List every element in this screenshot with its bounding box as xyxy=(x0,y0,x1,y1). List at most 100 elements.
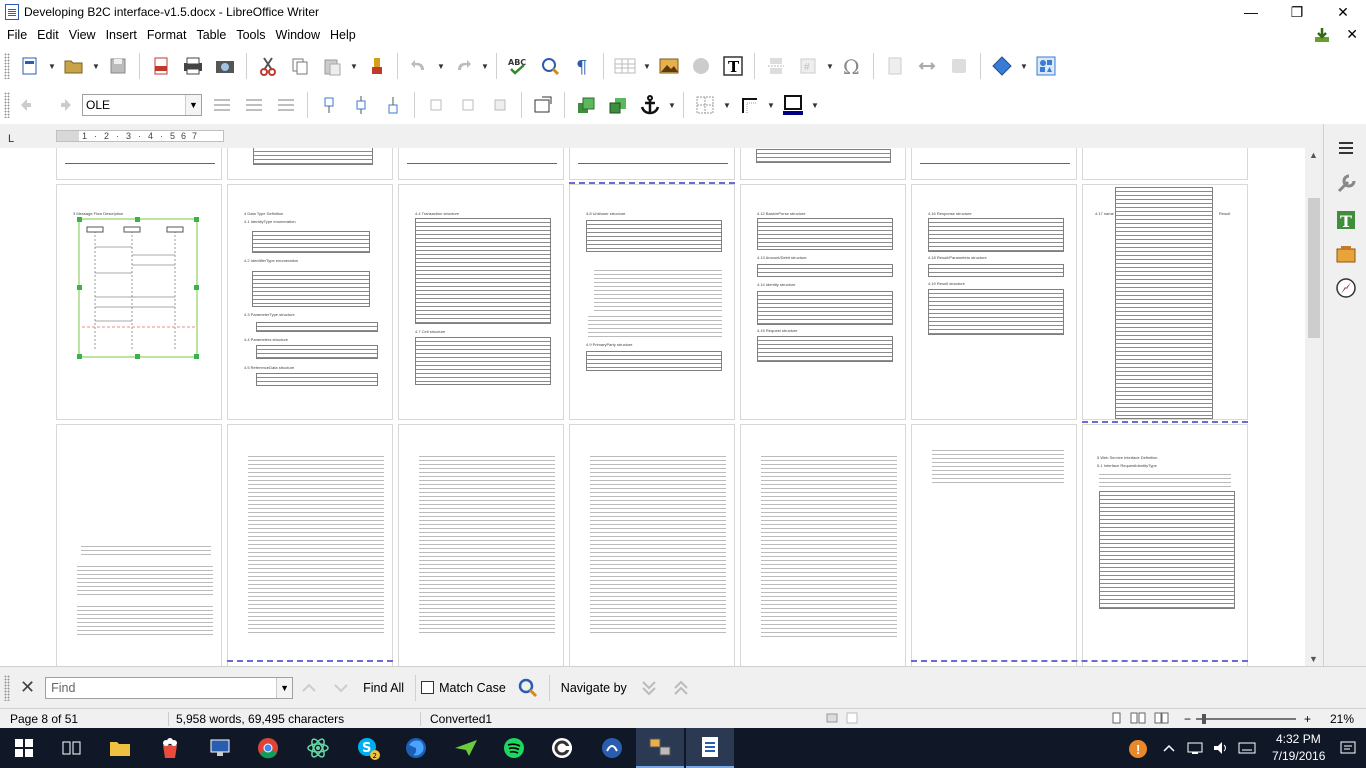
document-page[interactable] xyxy=(911,424,1077,666)
libreoffice-writer-taskbar-icon[interactable] xyxy=(686,728,734,768)
scroll-down-icon[interactable]: ▼ xyxy=(1309,654,1318,664)
document-page[interactable]: 4.17 name Result xyxy=(1082,184,1248,420)
chevron-down-icon[interactable]: ▼ xyxy=(276,677,293,698)
align-top-icon[interactable] xyxy=(315,91,343,119)
vertical-scrollbar[interactable]: ▲ ▼ xyxy=(1305,148,1323,666)
spelling-icon[interactable]: ABC xyxy=(504,52,532,80)
navigator-icon[interactable] xyxy=(1334,276,1358,300)
chevron-down-icon[interactable]: ▼ xyxy=(809,91,821,119)
navigate-previous-icon[interactable] xyxy=(667,674,695,702)
tab-stop-selector[interactable]: L xyxy=(8,133,14,145)
firefox-icon[interactable] xyxy=(392,728,440,768)
sidebar-menu-icon[interactable] xyxy=(1334,136,1358,160)
menu-window[interactable]: Window xyxy=(271,28,325,42)
action-center-icon[interactable] xyxy=(1330,728,1366,768)
document-page[interactable] xyxy=(56,148,222,180)
send-to-back-icon[interactable] xyxy=(604,91,632,119)
formatting-marks-icon[interactable]: ¶ xyxy=(568,52,596,80)
borders-icon[interactable] xyxy=(691,91,719,119)
hyperlink-icon[interactable] xyxy=(913,52,941,80)
document-page[interactable] xyxy=(227,424,393,666)
menu-help[interactable]: Help xyxy=(325,28,361,42)
document-canvas[interactable]: 3 Message Flow Description 4 Data Type D… xyxy=(0,148,1305,666)
document-page[interactable] xyxy=(911,148,1077,180)
unlink-frames-icon[interactable] xyxy=(48,91,76,119)
zoom-in-button[interactable]: + xyxy=(1304,712,1311,726)
align-bottom-icon[interactable] xyxy=(379,91,407,119)
notification-warning-icon[interactable]: ! xyxy=(1124,728,1154,768)
chevron-down-icon[interactable]: ▼ xyxy=(1018,52,1030,80)
menu-edit[interactable]: Edit xyxy=(32,28,64,42)
square-icon[interactable] xyxy=(422,91,450,119)
book-view-icon[interactable] xyxy=(1154,712,1170,727)
redo-icon[interactable] xyxy=(449,52,477,80)
insert-table-icon[interactable] xyxy=(611,52,639,80)
task-view-icon[interactable] xyxy=(48,728,96,768)
keyboard-icon[interactable] xyxy=(1234,728,1260,768)
export-pdf-icon[interactable] xyxy=(147,52,175,80)
file-explorer-icon[interactable] xyxy=(96,728,144,768)
zoom-slider[interactable] xyxy=(1196,714,1296,724)
close-find-bar-button[interactable]: ✕ xyxy=(20,677,35,698)
zoom-slider-knob[interactable] xyxy=(1202,714,1206,724)
clone-formatting-icon[interactable] xyxy=(362,52,390,80)
open-folder-icon[interactable] xyxy=(60,52,88,80)
menu-tools[interactable]: Tools xyxy=(231,28,270,42)
document-page[interactable]: 4 Data Type Definition 4.1 IdentityType … xyxy=(227,184,393,420)
zoom-out-button[interactable]: − xyxy=(1184,712,1191,726)
toolbar-grip[interactable] xyxy=(4,53,10,79)
horizontal-ruler[interactable]: 1 · 2 · 3 · 4 · 5 6 7 xyxy=(56,130,224,142)
update-available-icon[interactable] xyxy=(1314,27,1330,43)
network-wifi-icon[interactable] xyxy=(1182,728,1208,768)
border-color-icon[interactable] xyxy=(779,91,807,119)
save-icon[interactable] xyxy=(104,52,132,80)
page-break-icon[interactable] xyxy=(762,52,790,80)
chevron-down-icon[interactable]: ▼ xyxy=(435,52,447,80)
document-modified-icon[interactable] xyxy=(846,712,858,727)
chevron-down-icon[interactable]: ▼ xyxy=(348,52,360,80)
undo-icon[interactable] xyxy=(405,52,433,80)
ccleaner-icon[interactable] xyxy=(538,728,586,768)
autocorrect-icon[interactable] xyxy=(536,52,564,80)
page-wrap-icon[interactable] xyxy=(240,91,268,119)
document-page[interactable] xyxy=(1082,148,1248,180)
sequence-diagram-image[interactable] xyxy=(77,217,199,359)
menu-file[interactable]: File xyxy=(2,28,32,42)
document-page[interactable] xyxy=(398,424,564,666)
square-icon[interactable] xyxy=(486,91,514,119)
chevron-down-icon[interactable]: ▼ xyxy=(90,52,102,80)
document-page[interactable]: 4.4 Transaction structure 4.7 Cell struc… xyxy=(398,184,564,420)
document-page[interactable] xyxy=(569,424,735,666)
network-app-icon[interactable] xyxy=(636,728,684,768)
page-count[interactable]: Page 8 of 51 xyxy=(10,712,78,726)
close-window-button[interactable]: ✕ xyxy=(1320,0,1366,24)
toolbar-grip[interactable] xyxy=(4,92,10,118)
styles-icon[interactable]: T xyxy=(1334,208,1358,232)
volume-icon[interactable] xyxy=(1208,728,1234,768)
wrap-off-icon[interactable] xyxy=(208,91,236,119)
chevron-down-icon[interactable]: ▼ xyxy=(479,52,491,80)
chevron-down-icon[interactable]: ▼ xyxy=(185,95,201,115)
menu-table[interactable]: Table xyxy=(191,28,231,42)
bring-to-front-icon[interactable] xyxy=(572,91,600,119)
single-page-view-icon[interactable] xyxy=(1110,712,1122,727)
show-draw-functions-icon[interactable] xyxy=(1032,52,1060,80)
basic-shapes-icon[interactable] xyxy=(988,52,1016,80)
find-previous-icon[interactable] xyxy=(295,674,323,702)
new-document-icon[interactable] xyxy=(16,52,44,80)
find-input[interactable]: Find ▼ xyxy=(45,676,294,699)
gallery-icon[interactable] xyxy=(1334,242,1358,266)
properties-wrench-icon[interactable] xyxy=(1334,172,1358,196)
document-page[interactable] xyxy=(56,424,222,666)
chevron-down-icon[interactable]: ▼ xyxy=(641,52,653,80)
document-page[interactable] xyxy=(740,424,906,666)
document-page[interactable] xyxy=(740,148,906,180)
chevron-down-icon[interactable]: ▼ xyxy=(824,52,836,80)
document-page[interactable] xyxy=(569,148,735,180)
chevron-down-icon[interactable]: ▼ xyxy=(666,91,678,119)
document-page[interactable]: 4.12 Bank/ePurse structure 4.13 Amount/D… xyxy=(740,184,906,420)
skype-icon[interactable]: S2 xyxy=(344,728,392,768)
document-page[interactable]: 4.16 Response structure 4.18 Result/Para… xyxy=(911,184,1077,420)
copy-icon[interactable] xyxy=(286,52,314,80)
restore-button[interactable]: ❐ xyxy=(1274,0,1320,24)
